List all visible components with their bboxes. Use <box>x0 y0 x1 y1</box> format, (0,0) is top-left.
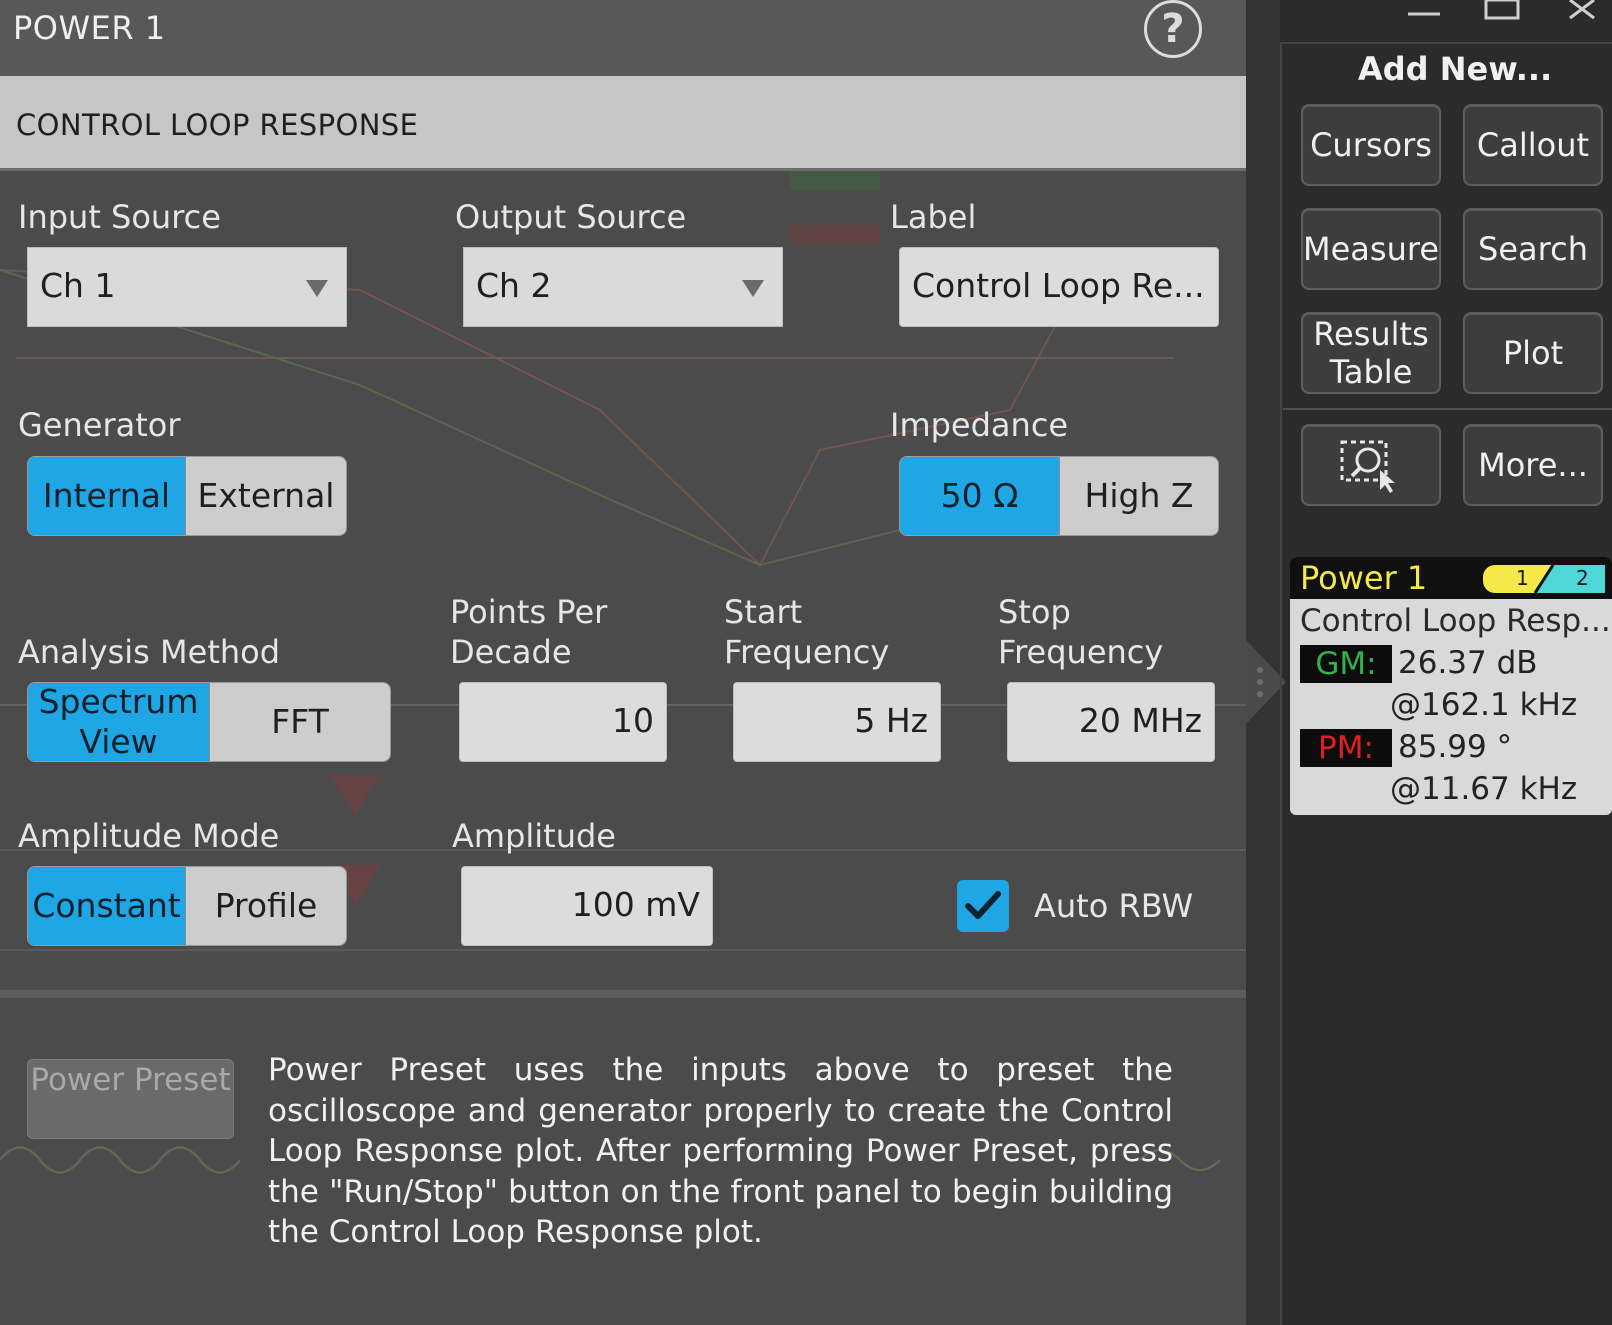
section-divider <box>0 990 1246 998</box>
output-source-label: Output Source <box>455 198 687 236</box>
dialog-titlebar <box>0 0 1246 76</box>
results-table-button[interactable]: Results Table <box>1301 312 1441 394</box>
plot-button[interactable]: Plot <box>1463 312 1603 394</box>
callout-button[interactable]: Callout <box>1463 104 1603 186</box>
row-divider <box>16 357 1174 359</box>
window-controls <box>1400 0 1612 30</box>
points-per-decade-value: 10 <box>612 701 654 740</box>
points-per-decade-label: Points Per Decade <box>450 593 608 671</box>
zoom-select-icon <box>1340 440 1395 493</box>
dialog-title: POWER 1 <box>13 9 166 47</box>
zoom-select-button[interactable] <box>1301 424 1441 506</box>
analysis-method-label: Analysis Method <box>18 633 281 671</box>
power-preset-description: Power Preset uses the inputs above to pr… <box>268 1052 1173 1250</box>
amplitude-mode-label: Amplitude Mode <box>18 817 280 855</box>
impedance-label: Impedance <box>890 406 1069 444</box>
label-input[interactable]: Control Loop Re... <box>899 247 1219 327</box>
label-input-value: Control Loop Re... <box>912 266 1205 305</box>
stop-frequency-label: Stop Frequency <box>998 593 1164 671</box>
chip-ch2: 2 <box>1576 566 1589 590</box>
stop-frequency-input[interactable]: 20 MHz <box>1007 682 1215 762</box>
output-source-dropdown[interactable]: Ch 2 <box>463 247 783 327</box>
chevron-down-icon <box>306 280 328 297</box>
amplitude-mode-toggle: Constant Profile <box>27 866 347 946</box>
generator-external-option[interactable]: External <box>185 457 346 535</box>
chevron-down-icon <box>742 280 764 297</box>
start-frequency-value: 5 Hz <box>854 701 928 740</box>
generator-label: Generator <box>18 406 181 444</box>
analysis-spectrum-view-option[interactable]: Spectrum View <box>28 683 210 761</box>
auto-rbw-label: Auto RBW <box>1034 887 1194 925</box>
amplitude-profile-option[interactable]: Profile <box>185 867 346 945</box>
section-divider <box>0 168 1246 171</box>
gain-margin-value: 26.37 dB <box>1398 645 1538 681</box>
control-loop-dialog: POWER 1 ? CONTROL LOOP RESPONSE Input So… <box>0 0 1246 1325</box>
badge-measurement-name: Control Loop Resp... <box>1300 603 1611 639</box>
generator-internal-option[interactable]: Internal <box>28 457 186 535</box>
impedance-50-ohm-option[interactable]: 50 Ω <box>900 457 1059 535</box>
impedance-high-z-option[interactable]: High Z <box>1059 457 1218 535</box>
input-source-label: Input Source <box>18 198 221 236</box>
start-frequency-label: Start Frequency <box>724 593 890 671</box>
power-measurement-badge[interactable]: Power 1 1 2 Control Loop Resp... GM: 26.… <box>1290 557 1612 815</box>
measure-button[interactable]: Measure <box>1301 208 1441 290</box>
label-field-label: Label <box>890 198 977 236</box>
checkmark-icon <box>965 891 1001 919</box>
amplitude-constant-option[interactable]: Constant <box>28 867 186 945</box>
cursors-button[interactable]: Cursors <box>1301 104 1441 186</box>
phase-margin-frequency: @11.67 kHz <box>1390 771 1578 807</box>
close-icon[interactable] <box>1564 0 1604 22</box>
phase-margin-value: 85.99 ° <box>1398 729 1513 765</box>
input-source-dropdown[interactable]: Ch 1 <box>27 247 347 327</box>
analysis-fft-option[interactable]: FFT <box>209 683 390 761</box>
analysis-method-toggle: Spectrum View FFT <box>27 682 391 762</box>
phase-margin-key: PM: <box>1300 729 1392 767</box>
more-button[interactable]: More... <box>1463 424 1603 506</box>
gain-margin-key: GM: <box>1300 645 1392 683</box>
add-new-title: Add New... <box>1358 50 1553 88</box>
amplitude-label: Amplitude <box>452 817 616 855</box>
auto-rbw-checkbox[interactable] <box>957 880 1009 932</box>
minimize-icon[interactable] <box>1404 0 1444 22</box>
input-source-value: Ch 1 <box>40 266 116 305</box>
start-frequency-input[interactable]: 5 Hz <box>733 682 941 762</box>
chip-ch1: 1 <box>1516 566 1529 590</box>
section-title: CONTROL LOOP RESPONSE <box>16 108 419 142</box>
maximize-icon[interactable] <box>1482 0 1522 22</box>
points-per-decade-input[interactable]: 10 <box>459 682 667 762</box>
output-source-value: Ch 2 <box>476 266 552 305</box>
power-preset-button[interactable]: Power Preset <box>27 1059 234 1139</box>
search-button[interactable]: Search <box>1463 208 1603 290</box>
impedance-toggle: 50 Ω High Z <box>899 456 1219 536</box>
gain-margin-frequency: @162.1 kHz <box>1390 687 1578 723</box>
amplitude-input[interactable]: 100 mV <box>461 866 713 946</box>
stop-frequency-value: 20 MHz <box>1078 701 1202 740</box>
right-panel-divider <box>1283 408 1612 410</box>
help-button[interactable]: ? <box>1144 0 1202 58</box>
generator-toggle: Internal External <box>27 456 347 536</box>
amplitude-value: 100 mV <box>571 885 700 924</box>
badge-title: Power 1 <box>1300 559 1428 597</box>
